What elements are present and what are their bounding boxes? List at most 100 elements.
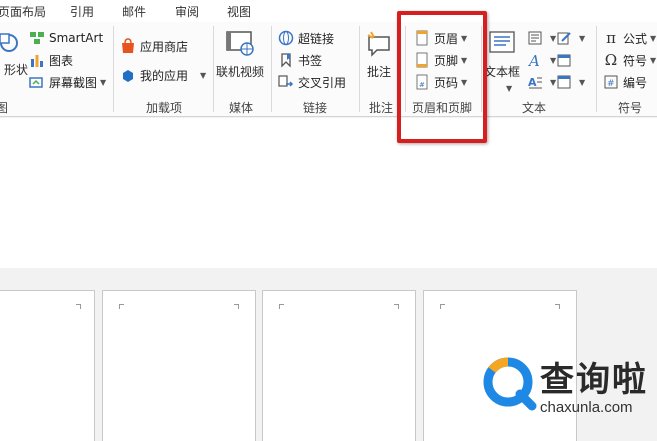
hyperlink-label: 超链接: [298, 31, 335, 46]
margin-corner-mark: [440, 304, 445, 309]
numbering-icon: #: [603, 74, 619, 90]
signature-icon: [556, 30, 572, 46]
tab-references[interactable]: 引用: [70, 3, 94, 20]
equation-button[interactable]: π 公式 ▼: [603, 28, 656, 48]
dropdown-arrow-icon: ▼: [650, 55, 657, 65]
group-separator: [271, 26, 272, 112]
page-thumbnail[interactable]: [262, 290, 416, 441]
smartart-icon: [29, 30, 45, 46]
ribbon-tab-bar: 页面布局 引用 邮件 审阅 视图: [0, 0, 657, 22]
screenshot-label: 屏幕截图: [49, 75, 98, 90]
tab-review[interactable]: 审阅: [175, 3, 199, 20]
comment-button[interactable]: 批注: [364, 28, 394, 80]
signature-line-button[interactable]: ▼: [556, 28, 585, 48]
dropdown-arrow-icon: ▼: [506, 84, 513, 93]
bookmark-button[interactable]: 书签: [278, 50, 322, 70]
bookmark-icon: [278, 52, 294, 68]
page-thumbnail[interactable]: [0, 290, 95, 441]
omega-icon: Ω: [604, 51, 618, 69]
drop-cap-icon: A: [527, 74, 543, 90]
my-apps-label: 我的应用: [140, 68, 189, 83]
margin-corner-mark: [119, 304, 124, 309]
online-video-button[interactable]: 联机视频: [216, 28, 264, 80]
quick-parts-icon: [527, 30, 543, 46]
margin-corner-mark: [234, 304, 239, 309]
comment-label: 批注: [366, 65, 391, 79]
symbol-label: 符号: [623, 53, 648, 68]
date-time-button[interactable]: [556, 50, 576, 70]
pi-icon: π: [606, 29, 616, 47]
numbering-label: 编号: [623, 75, 648, 90]
page-top-area: [0, 118, 657, 268]
online-video-icon: [223, 28, 257, 61]
my-apps-button[interactable]: 我的应用 ▼: [120, 65, 206, 85]
calendar-icon: [556, 52, 572, 68]
shapes-icon: [0, 30, 23, 59]
store-label: 应用商店: [140, 39, 189, 54]
screenshot-icon: [29, 74, 45, 90]
tab-view[interactable]: 视图: [227, 3, 251, 20]
dropdown-arrow-icon: ▼: [100, 77, 107, 87]
cross-reference-icon: [278, 74, 294, 90]
page-thumbnail[interactable]: [102, 290, 256, 441]
smartart-label: SmartArt: [49, 31, 104, 45]
dropdown-arrow-icon: ▼: [579, 33, 586, 43]
chart-label: 图表: [49, 53, 74, 68]
margin-corner-mark: [279, 304, 284, 309]
bar-chart-icon: [29, 52, 45, 68]
online-video-label: 联机视频: [216, 65, 265, 79]
chart-button[interactable]: 图表: [29, 50, 73, 70]
highlight-box: [397, 11, 487, 143]
dropdown-arrow-icon: ▼: [650, 33, 657, 43]
group-label-symbols: 符号: [618, 101, 643, 115]
object-icon: [556, 74, 572, 90]
comment-icon: [364, 28, 394, 61]
wordart-icon: A: [527, 52, 543, 68]
tab-page-layout[interactable]: 页面布局: [0, 3, 46, 20]
shapes-button[interactable]: 形状: [0, 30, 28, 78]
margin-corner-mark: [394, 304, 399, 309]
textbox-button[interactable]: 文本框: [484, 28, 520, 80]
hyperlink-icon: [278, 30, 294, 46]
group-label-links: 链接: [303, 101, 328, 115]
drop-cap-button[interactable]: A ▼: [527, 72, 556, 92]
my-apps-icon: [120, 67, 136, 83]
svg-text:A: A: [527, 52, 540, 68]
equation-label: 公式: [623, 31, 648, 46]
group-label-comments: 批注: [369, 101, 394, 115]
tab-mailings[interactable]: 邮件: [122, 3, 146, 20]
textbox-icon: [487, 28, 517, 61]
object-button[interactable]: ▼: [556, 72, 585, 92]
group-separator: [359, 26, 360, 112]
store-icon: [120, 38, 136, 54]
dropdown-arrow-icon: ▼: [200, 70, 207, 80]
group-separator: [213, 26, 214, 112]
watermark-title: 查询啦: [540, 360, 648, 400]
screenshot-button[interactable]: 屏幕截图 ▼: [29, 72, 106, 92]
svg-text:A: A: [528, 76, 537, 89]
dropdown-arrow-icon: ▼: [579, 77, 586, 87]
group-separator: [113, 26, 114, 112]
watermark: 查询啦 chaxunla.com: [482, 352, 654, 424]
group-label-media: 媒体: [229, 101, 254, 115]
margin-corner-mark: [76, 304, 81, 309]
symbol-button[interactable]: Ω 符号 ▼: [603, 50, 656, 70]
group-label-illustrations: 图: [0, 101, 9, 115]
wordart-button[interactable]: A ▼: [527, 50, 556, 70]
margin-corner-mark: [555, 304, 560, 309]
cross-reference-label: 交叉引用: [298, 75, 347, 90]
magnifier-logo-icon: [482, 356, 540, 414]
watermark-url: chaxunla.com: [540, 399, 633, 416]
bookmark-label: 书签: [298, 53, 323, 68]
quick-parts-button[interactable]: ▼: [527, 28, 556, 48]
store-button[interactable]: 应用商店: [120, 36, 188, 56]
shapes-label: 形状: [4, 63, 29, 77]
group-separator: [596, 26, 597, 112]
hyperlink-button[interactable]: 超链接: [278, 28, 334, 48]
ribbon-insert: 形状 SmartArt 图表 屏幕截图 ▼ 图 应用商店 我的应用 ▼ 加载项: [0, 22, 657, 117]
cross-reference-button[interactable]: 交叉引用: [278, 72, 346, 92]
group-label-addins: 加载项: [146, 101, 183, 115]
textbox-label: 文本框: [484, 65, 521, 79]
numbering-button[interactable]: # 编号: [603, 72, 647, 92]
smartart-button[interactable]: SmartArt: [29, 28, 103, 48]
